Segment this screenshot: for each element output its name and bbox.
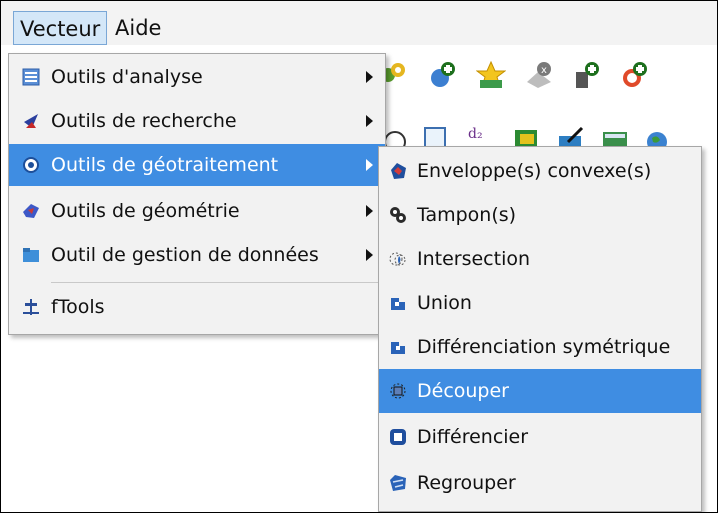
buffer-icon — [390, 207, 406, 223]
menu-item-label: Découper — [417, 380, 509, 402]
submenu-arrow-icon — [366, 115, 373, 127]
menu-bar: Vecteur Aide — [1, 1, 717, 45]
union-icon — [391, 298, 405, 310]
menu-item-dissolve[interactable]: Regrouper — [379, 461, 701, 505]
menu-item-label: Enveloppe(s) convexe(s) — [417, 160, 652, 182]
menu-item-clip[interactable]: Découper — [379, 369, 701, 413]
geoprocessing-tools-icon — [23, 157, 39, 173]
menu-item-research-tools[interactable]: Outils de recherche — [9, 100, 385, 142]
menu-item-label: Différencier — [417, 426, 529, 448]
ftools-icon — [23, 299, 39, 315]
menu-item-label: Union — [417, 292, 472, 314]
menu-item-label: Tampon(s) — [417, 204, 517, 226]
menu-item-label: Différenciation symétrique — [417, 336, 671, 358]
convex-hull-icon — [391, 163, 406, 179]
svg-text:d₂: d₂ — [468, 126, 483, 142]
menu-item-symmetric-difference[interactable]: Différenciation symétrique — [379, 325, 701, 369]
menu-item-label: Outils d'analyse — [51, 66, 203, 88]
menu-item-ftools[interactable]: fTools — [9, 286, 385, 328]
menu-item-geometry-tools[interactable]: Outils de géométrie — [9, 190, 385, 232]
submenu-arrow-icon — [366, 71, 373, 83]
submenu-arrow-icon — [366, 205, 373, 217]
menu-item-buffer[interactable]: Tampon(s) — [379, 193, 701, 237]
data-management-icon — [23, 248, 39, 262]
menu-item-label: Outils de géométrie — [51, 200, 240, 222]
menu-item-label: Outils de recherche — [51, 110, 237, 132]
geoprocessing-submenu: Enveloppe(s) convexe(s) Tampon(s) Inters… — [378, 146, 702, 512]
remove-layer-icon[interactable]: x — [524, 60, 554, 90]
menu-item-geoprocessing-tools[interactable]: Outils de géotraitement — [9, 144, 385, 186]
clip-icon — [390, 383, 406, 399]
menu-vecteur[interactable]: Vecteur — [13, 11, 108, 45]
menu-item-data-management[interactable]: Outil de gestion de données — [9, 234, 385, 276]
menu-item-difference[interactable]: Différencier — [379, 415, 701, 459]
symmetric-difference-icon — [391, 342, 405, 354]
difference-icon — [390, 429, 406, 445]
menu-item-analysis-tools[interactable]: Outils d'analyse — [9, 56, 385, 98]
menu-aide[interactable]: Aide — [109, 11, 167, 45]
menu-item-label: Outils de géotraitement — [51, 154, 279, 176]
menu-item-label: Intersection — [417, 248, 531, 270]
submenu-arrow-icon — [366, 249, 373, 261]
menu-item-union[interactable]: Union — [379, 281, 701, 325]
dissolve-icon — [390, 475, 406, 491]
vecteur-menu: Outils d'analyse Outils de recherche Out… — [8, 53, 386, 335]
menu-item-convex-hull[interactable]: Enveloppe(s) convexe(s) — [379, 149, 701, 193]
toolbar: x d₂ — [380, 52, 716, 160]
menu-item-label: Outil de gestion de données — [51, 244, 319, 266]
svg-text:x: x — [541, 65, 547, 76]
add-wms-layer-icon[interactable] — [620, 60, 650, 90]
add-db-layer-icon[interactable] — [572, 60, 602, 90]
intersection-icon — [389, 252, 406, 266]
menu-item-intersection[interactable]: Intersection — [379, 237, 701, 281]
research-tools-icon — [24, 114, 38, 128]
submenu-arrow-icon — [366, 159, 373, 171]
add-globe-layer-icon[interactable] — [428, 60, 458, 90]
geometry-tools-icon — [23, 204, 39, 218]
menu-item-label: fTools — [51, 296, 105, 318]
menu-separator — [51, 282, 379, 283]
add-star-layer-icon[interactable] — [476, 60, 506, 90]
menu-item-label: Regrouper — [417, 472, 516, 494]
analysis-tools-icon — [22, 68, 40, 86]
